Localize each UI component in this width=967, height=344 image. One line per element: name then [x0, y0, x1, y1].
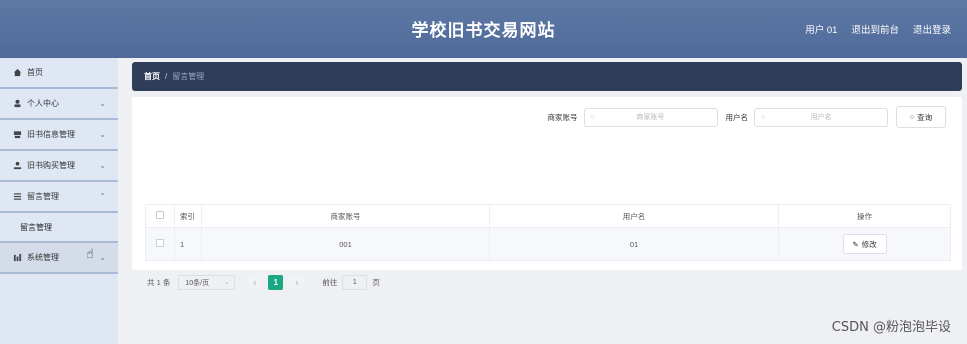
- sidebar-item-label: 系统管理: [27, 253, 59, 262]
- column-header-index: 索引: [174, 204, 202, 228]
- back-to-frontend-link[interactable]: 退出到前台: [851, 22, 899, 36]
- sidebar-item-label: 留言管理: [27, 192, 59, 201]
- query-button-label: 查询: [917, 112, 933, 122]
- row-index: 1: [174, 227, 202, 261]
- row-merchant-account: 001: [201, 227, 490, 261]
- chevron-up-icon: ⌃: [99, 192, 106, 201]
- sidebar-item-book-info[interactable]: 旧书信息管理 ⌄: [0, 120, 118, 151]
- page-size-select[interactable]: 10条/页 ⌄: [178, 275, 236, 290]
- search-bar: 商家账号 ○ 商家账号 用户名 ○ 用户名 ○ 查询: [547, 106, 946, 128]
- breadcrumb-home[interactable]: 首页: [144, 71, 160, 82]
- query-button[interactable]: ○ 查询: [896, 106, 946, 128]
- username-input[interactable]: ○ 用户名: [754, 107, 888, 127]
- breadcrumb-current: 留言管理: [172, 72, 205, 81]
- chevron-down-icon: ⌄: [99, 253, 106, 262]
- merchant-account-input[interactable]: ○ 商家账号: [583, 107, 718, 127]
- sidebar-item-label: 旧书信息管理: [27, 130, 75, 139]
- goto-page-input[interactable]: 1: [342, 275, 368, 290]
- row-select-cell: [145, 227, 175, 261]
- search-icon: ○: [909, 113, 915, 121]
- column-header-merchant-account: 商家账号: [201, 204, 490, 228]
- sidebar-item-label: 旧书购买管理: [27, 161, 75, 170]
- total-count: 共 1 条: [147, 278, 171, 287]
- message-table: 索引 商家账号 用户名 操作 1 001 01 ✎ 修改: [145, 204, 951, 261]
- page-number-button[interactable]: 1: [268, 275, 284, 290]
- chevron-down-icon: ⌄: [224, 280, 230, 286]
- edit-button-label: 修改: [861, 239, 877, 249]
- hand-cursor-icon: ☝: [86, 246, 94, 261]
- select-all-checkbox[interactable]: [156, 211, 164, 219]
- goto-label: 前往: [322, 278, 338, 287]
- chevron-down-icon: ⌄: [99, 99, 106, 108]
- top-header: 学校旧书交易网站 用户 01 退出到前台 退出登录: [0, 0, 967, 58]
- current-user-label: 用户 01: [805, 25, 838, 36]
- top-links: 用户 01 退出到前台 退出登录: [805, 22, 951, 36]
- settings-icon: [12, 253, 22, 263]
- prev-page-button[interactable]: ‹: [247, 275, 263, 290]
- merchant-account-label: 商家账号: [547, 112, 578, 122]
- sidebar: 首页 个人中心 ⌄ 旧书信息管理 ⌄ 旧书购买管理 ⌄ 留言管理 ⌃ 留言管理 …: [0, 58, 118, 344]
- home-icon: [12, 68, 22, 78]
- column-header-username: 用户名: [489, 204, 779, 228]
- username-placeholder: 用户名: [810, 114, 832, 121]
- sidebar-subitem-message-management[interactable]: 留言管理: [0, 213, 118, 243]
- page-size-value: 10条/页: [185, 279, 210, 287]
- chevron-down-icon: ⌄: [99, 130, 106, 139]
- sidebar-item-system-management[interactable]: 系统管理 ☝ ⌄: [0, 243, 118, 274]
- breadcrumb: 首页 / 留言管理: [132, 62, 962, 91]
- edit-button[interactable]: ✎ 修改: [842, 234, 887, 254]
- merchant-account-placeholder: 商家账号: [636, 114, 665, 121]
- sidebar-item-personal-center[interactable]: 个人中心 ⌄: [0, 89, 118, 120]
- sidebar-item-home[interactable]: 首页: [0, 58, 118, 89]
- sidebar-item-label: 个人中心: [27, 99, 59, 108]
- select-all-cell: [145, 204, 175, 228]
- page-unit-label: 页: [372, 278, 380, 287]
- table-header-row: 索引 商家账号 用户名 操作: [145, 204, 951, 228]
- chevron-down-icon: ⌄: [99, 161, 106, 170]
- watermark: CSDN @粉泡泡毕设: [831, 320, 951, 335]
- user-icon: [12, 99, 22, 109]
- edit-icon: ✎: [852, 239, 859, 249]
- list-icon: [12, 192, 22, 202]
- sidebar-item-label: 首页: [27, 68, 43, 77]
- row-actions: ✎ 修改: [778, 227, 951, 261]
- sidebar-item-message-management[interactable]: 留言管理 ⌃: [0, 182, 118, 213]
- sidebar-item-book-purchase[interactable]: 旧书购买管理 ⌄: [0, 151, 118, 182]
- username-label: 用户名: [725, 112, 749, 122]
- next-page-button[interactable]: ›: [289, 275, 305, 290]
- logout-link[interactable]: 退出登录: [913, 22, 951, 36]
- pagination: 共 1 条 10条/页 ⌄ ‹ 1 › 前往 1 页: [147, 275, 380, 290]
- row-username: 01: [489, 227, 779, 261]
- content-panel: 商家账号 ○ 商家账号 用户名 ○ 用户名 ○ 查询 索引 商家账号 用户名 操…: [132, 97, 962, 290]
- book-icon: [12, 130, 22, 140]
- column-header-actions: 操作: [778, 204, 951, 228]
- main-content: 首页 / 留言管理 商家账号 ○ 商家账号 用户名 ○ 用户名 ○ 查询 索引 …: [132, 62, 962, 290]
- breadcrumb-separator: /: [165, 72, 168, 81]
- cart-icon: [12, 161, 22, 171]
- table-row: 1 001 01 ✎ 修改: [145, 227, 951, 261]
- row-checkbox[interactable]: [156, 239, 164, 247]
